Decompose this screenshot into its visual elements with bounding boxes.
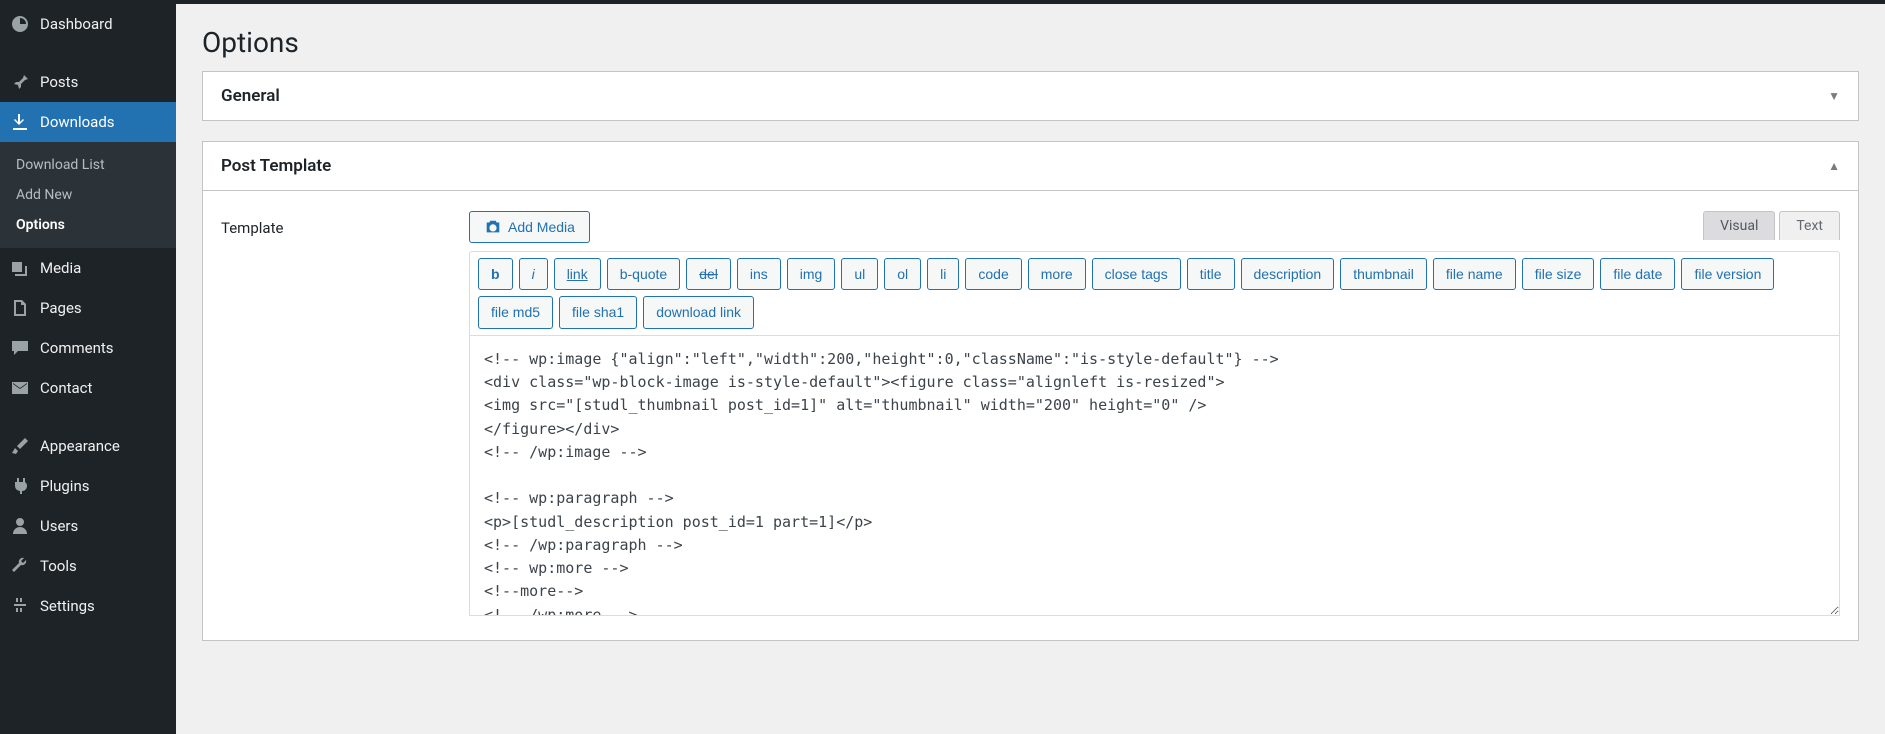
qt-ins[interactable]: ins [737, 258, 781, 290]
main-content: Options General ▼ Post Template ▲ Templa… [176, 4, 1885, 734]
mail-icon [10, 378, 30, 398]
chevron-down-icon: ▼ [1828, 89, 1840, 103]
menu-users[interactable]: Users [0, 506, 176, 546]
dashboard-icon [10, 14, 30, 34]
menu-label: Comments [40, 339, 114, 357]
settings-icon [10, 596, 30, 616]
menu-label: Media [40, 259, 81, 277]
qt-file-date[interactable]: file date [1600, 258, 1675, 290]
field-label-template: Template [221, 211, 469, 620]
qt-download-link[interactable]: download link [643, 296, 754, 328]
media-icon [10, 258, 30, 278]
add-media-button[interactable]: Add Media [469, 211, 590, 243]
pin-icon [10, 72, 30, 92]
chevron-up-icon: ▲ [1828, 159, 1840, 173]
admin-sidebar: Dashboard Posts Downloads Download List … [0, 0, 176, 734]
tab-visual[interactable]: Visual [1703, 211, 1775, 240]
qt-close-tags[interactable]: close tags [1092, 258, 1181, 290]
menu-label: Dashboard [40, 15, 113, 33]
menu-dashboard[interactable]: Dashboard [0, 4, 176, 44]
panel-post-template: Post Template ▲ Template Add Media Visua… [202, 141, 1859, 641]
qt-thumbnail[interactable]: thumbnail [1340, 258, 1427, 290]
menu-label: Posts [40, 73, 78, 91]
qt-code[interactable]: code [965, 258, 1021, 290]
menu-label: Tools [40, 557, 77, 575]
qt-bold[interactable]: b [478, 258, 513, 290]
submenu-options[interactable]: Options [0, 210, 176, 240]
panel-template-header[interactable]: Post Template ▲ [203, 142, 1858, 190]
qt-ul[interactable]: ul [841, 258, 878, 290]
qt-img[interactable]: img [787, 258, 836, 290]
user-icon [10, 516, 30, 536]
tab-text[interactable]: Text [1779, 211, 1840, 240]
plug-icon [10, 476, 30, 496]
menu-downloads[interactable]: Downloads [0, 102, 176, 142]
wrench-icon [10, 556, 30, 576]
menu-contact[interactable]: Contact [0, 368, 176, 408]
qt-italic[interactable]: i [519, 258, 548, 290]
panel-general-header[interactable]: General ▼ [203, 72, 1858, 120]
qt-file-md5[interactable]: file md5 [478, 296, 553, 328]
qt-del[interactable]: del [686, 258, 731, 290]
download-icon [10, 112, 30, 132]
submenu-downloads: Download List Add New Options [0, 142, 176, 248]
qt-file-size[interactable]: file size [1522, 258, 1595, 290]
menu-label: Contact [40, 379, 92, 397]
menu-label: Downloads [40, 113, 115, 131]
qt-file-name[interactable]: file name [1433, 258, 1516, 290]
qt-bquote[interactable]: b-quote [607, 258, 680, 290]
menu-tools[interactable]: Tools [0, 546, 176, 586]
qt-link[interactable]: link [554, 258, 601, 290]
add-media-label: Add Media [508, 219, 575, 235]
qt-file-version[interactable]: file version [1681, 258, 1774, 290]
menu-appearance[interactable]: Appearance [0, 426, 176, 466]
panel-title: General [221, 86, 280, 106]
camera-icon [484, 218, 502, 236]
menu-comments[interactable]: Comments [0, 328, 176, 368]
panel-general: General ▼ [202, 71, 1859, 121]
submenu-add-new[interactable]: Add New [0, 180, 176, 210]
qt-title[interactable]: title [1187, 258, 1235, 290]
quicktags-toolbar: b i link b-quote del ins img ul ol li co… [469, 251, 1840, 336]
menu-settings[interactable]: Settings [0, 586, 176, 626]
menu-label: Pages [40, 299, 82, 317]
menu-label: Users [40, 517, 78, 535]
comment-icon [10, 338, 30, 358]
submenu-download-list[interactable]: Download List [0, 150, 176, 180]
qt-file-sha1[interactable]: file sha1 [559, 296, 637, 328]
menu-label: Plugins [40, 477, 89, 495]
menu-posts[interactable]: Posts [0, 62, 176, 102]
qt-more[interactable]: more [1028, 258, 1086, 290]
menu-media[interactable]: Media [0, 248, 176, 288]
qt-description[interactable]: description [1241, 258, 1335, 290]
panel-title: Post Template [221, 156, 331, 176]
menu-label: Settings [40, 597, 95, 615]
brush-icon [10, 436, 30, 456]
qt-ol[interactable]: ol [884, 258, 921, 290]
template-textarea[interactable] [469, 336, 1840, 616]
qt-li[interactable]: li [927, 258, 959, 290]
page-title: Options [202, 14, 1859, 71]
menu-pages[interactable]: Pages [0, 288, 176, 328]
pages-icon [10, 298, 30, 318]
menu-label: Appearance [40, 437, 120, 455]
menu-plugins[interactable]: Plugins [0, 466, 176, 506]
